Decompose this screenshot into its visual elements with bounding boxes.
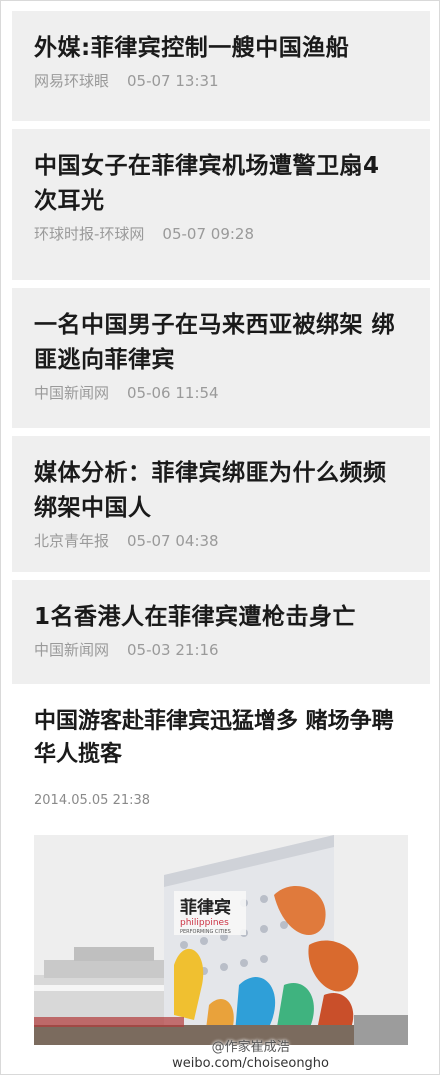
photo-sign-sub: PERFORMING CITIES <box>180 929 231 935</box>
article-time: 05-03 21:16 <box>127 641 219 659</box>
watermark-url: weibo.com/choiseongho <box>172 1056 329 1071</box>
watermark-handle: @作家崔成浩 <box>211 1040 290 1055</box>
article-card[interactable]: 媒体分析：菲律宾绑匪为什么频频绑架中国人 北京青年报 05-07 04:38 <box>12 436 430 572</box>
article-source: 北京青年报 <box>34 532 110 550</box>
article-title: 中国女子在菲律宾机场遭警卫扇4次耳光 <box>34 153 380 214</box>
featured-article[interactable]: 中国游客赴菲律宾迅猛增多 赌场争聘华人揽客 2014.05.05 21:38 菲… <box>12 693 430 1068</box>
article-card[interactable]: 1名香港人在菲律宾遭枪击身亡 中国新闻网 05-03 21:16 <box>12 580 430 684</box>
article-card[interactable]: 中国女子在菲律宾机场遭警卫扇4次耳光 环球时报-环球网 05-07 09:28 <box>12 129 430 280</box>
article-title: 1名香港人在菲律宾遭枪击身亡 <box>34 604 357 630</box>
article-time: 05-07 04:38 <box>127 532 219 550</box>
featured-photo[interactable]: 菲律宾 philippines PERFORMING CITIES <box>34 835 408 1045</box>
article-meta: 环球时报-环球网 05-07 09:28 <box>34 223 410 244</box>
article-source: 中国新闻网 <box>34 384 110 402</box>
featured-title: 中国游客赴菲律宾迅猛增多 赌场争聘华人揽客 <box>34 709 394 767</box>
news-feed-page: 外媒:菲律宾控制一艘中国渔船 网易环球眼 05-07 13:31 中国女子在菲律宾… <box>0 0 440 1075</box>
article-meta: 网易环球眼 05-07 13:31 <box>34 70 410 91</box>
article-meta: 中国新闻网 05-03 21:16 <box>34 639 410 660</box>
article-meta: 中国新闻网 05-06 11:54 <box>34 382 410 403</box>
article-time: 05-07 13:31 <box>127 72 219 90</box>
photo-sign-en: philippines <box>180 918 229 928</box>
featured-date: 2014.05.05 21:38 <box>34 793 151 808</box>
article-meta: 北京青年报 05-07 04:38 <box>34 530 410 551</box>
article-source: 环球时报-环球网 <box>34 225 145 243</box>
article-source: 网易环球眼 <box>34 72 110 90</box>
article-card[interactable]: 一名中国男子在马来西亚被绑架 绑匪逃向菲律宾 中国新闻网 05-06 11:54 <box>12 288 430 428</box>
article-title: 一名中国男子在马来西亚被绑架 绑匪逃向菲律宾 <box>34 312 396 373</box>
article-title: 媒体分析：菲律宾绑匪为什么频频绑架中国人 <box>34 460 387 521</box>
article-title: 外媒:菲律宾控制一艘中国渔船 <box>34 35 350 61</box>
article-time: 05-06 11:54 <box>127 384 219 402</box>
weibo-watermark: @作家崔成浩 weibo.com/choiseongho <box>172 1040 329 1072</box>
article-card[interactable]: 外媒:菲律宾控制一艘中国渔船 网易环球眼 05-07 13:31 <box>12 11 430 121</box>
article-source: 中国新闻网 <box>34 641 110 659</box>
article-time: 05-07 09:28 <box>162 225 255 243</box>
article-list: 外媒:菲律宾控制一艘中国渔船 网易环球眼 05-07 13:31 中国女子在菲律宾… <box>12 11 430 692</box>
casino-building-illustration: 菲律宾 philippines PERFORMING CITIES <box>34 835 408 1045</box>
photo-sign-cn: 菲律宾 <box>180 897 231 918</box>
